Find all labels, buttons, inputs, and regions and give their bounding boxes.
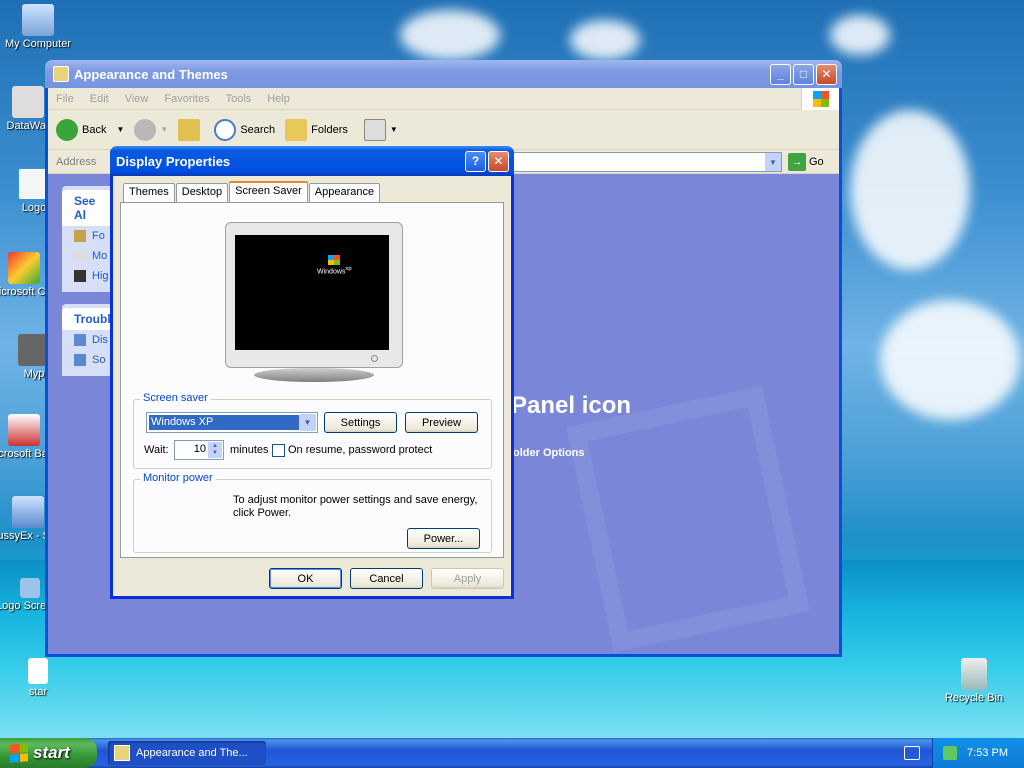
windows-logo-icon [20, 578, 40, 598]
windows-flag-icon [801, 88, 839, 110]
help-icon [74, 354, 86, 366]
go-arrow-icon: → [788, 153, 806, 171]
power-button[interactable]: Power... [407, 528, 480, 549]
toolbar: Back ▼ ▼ Search Folders ▼ [48, 110, 839, 150]
panel-heading: Panel icon [511, 392, 632, 419]
folder-icon [114, 745, 130, 761]
forward-button[interactable]: ▼ [134, 118, 169, 141]
address-label: Address [56, 155, 97, 168]
settings-button[interactable]: Settings [324, 412, 397, 433]
preview-button[interactable]: Preview [405, 412, 478, 433]
cancel-button[interactable]: Cancel [350, 568, 423, 589]
menu-bar: File Edit View Favorites Tools Help [48, 88, 839, 110]
monitor-power-group: Monitor power To adjust monitor power se… [133, 472, 492, 553]
taskbar: start Appearance and The... 7:53 PM [0, 738, 1024, 768]
menu-view[interactable]: View [125, 93, 149, 105]
up-button[interactable] [178, 118, 204, 141]
folders-button[interactable]: Folders [285, 118, 348, 141]
screen-saver-select[interactable]: Windows XP ▼ [146, 412, 318, 433]
windows-flag-icon [10, 743, 28, 763]
mouse-icon [74, 250, 86, 262]
wait-minutes-input[interactable]: 10 ▲ ▼ [174, 440, 224, 460]
search-button[interactable]: Search [214, 118, 275, 141]
monitor-power-group-label: Monitor power [140, 472, 216, 484]
clock[interactable]: 7:53 PM [967, 747, 1008, 759]
desktop-icon-star[interactable]: star [0, 658, 76, 698]
views-icon [363, 118, 386, 141]
menu-favorites[interactable]: Favorites [164, 93, 209, 105]
close-button[interactable]: ✕ [816, 63, 837, 85]
shortcut-icon [12, 86, 44, 118]
screen-saver-panel: Windowsxp Screen saver Windows XP ▼ Sett… [120, 202, 504, 558]
ok-button[interactable]: OK [269, 568, 342, 589]
go-button[interactable]: → Go [788, 153, 824, 171]
system-tray: 7:53 PM [932, 738, 1024, 768]
dialog-close-button[interactable]: ✕ [488, 150, 509, 172]
document-icon [28, 658, 48, 684]
keyboard-icon[interactable] [904, 746, 920, 760]
chevron-down-icon[interactable]: ▼ [299, 414, 316, 431]
spin-updown-icon[interactable]: ▲ ▼ [208, 442, 222, 458]
safely-remove-icon[interactable] [943, 746, 958, 760]
password-protect-label[interactable]: On resume, password protect [288, 444, 432, 456]
contrast-icon [74, 270, 86, 282]
power-led-icon [371, 355, 378, 362]
folders-icon [285, 118, 308, 141]
folder-options-link[interactable]: older Options [513, 447, 585, 459]
explorer-titlebar[interactable]: Appearance and Themes _ □ ✕ [45, 60, 842, 88]
tab-strip: Themes Desktop Screen Saver Appearance [123, 181, 381, 202]
menu-edit[interactable]: Edit [90, 93, 109, 105]
screen-saver-group: Screen saver Windows XP ▼ Settings Previ… [133, 392, 492, 469]
password-protect-checkbox[interactable] [272, 444, 285, 457]
chevron-down-icon: ▼ [389, 125, 398, 134]
window-title: Appearance and Themes [74, 66, 228, 82]
monitor-power-text: To adjust monitor power settings and sav… [233, 494, 478, 519]
chevron-down-icon[interactable]: ▼ [116, 125, 124, 134]
search-icon [214, 118, 237, 141]
menu-tools[interactable]: Tools [226, 93, 252, 105]
folder-icon [53, 66, 69, 82]
menu-file[interactable]: File [56, 93, 74, 105]
desktop-icon-recycle-bin[interactable]: Recycle Bin [936, 658, 1012, 704]
tab-desktop[interactable]: Desktop [175, 183, 229, 202]
tab-themes[interactable]: Themes [123, 183, 175, 202]
back-button[interactable]: Back ▼ [56, 118, 124, 141]
chevron-down-icon: ▼ [160, 125, 169, 134]
recycle-bin-icon [961, 658, 987, 690]
computer-icon [22, 4, 54, 36]
dialog-titlebar[interactable]: Display Properties ? ✕ [110, 146, 514, 176]
windows-xp-logo: Windowsxp [317, 255, 352, 275]
minutes-label: minutes [230, 444, 269, 456]
desktop-icon-my-computer[interactable]: My Computer [0, 4, 76, 50]
back-arrow-icon [56, 118, 78, 141]
forward-arrow-icon [134, 118, 157, 141]
help-icon [74, 334, 86, 346]
basic-icon [8, 414, 40, 446]
tab-appearance[interactable]: Appearance [308, 183, 381, 202]
chevron-down-icon[interactable]: ▼ [765, 153, 781, 171]
taskbar-item-appearance[interactable]: Appearance and The... [108, 741, 266, 765]
apply-button[interactable]: Apply [431, 568, 504, 589]
cpp-icon [8, 252, 40, 284]
folder-icon [74, 230, 86, 242]
maximize-button[interactable]: □ [793, 63, 814, 85]
screen-saver-group-label: Screen saver [140, 392, 211, 404]
preview-screen: Windowsxp [235, 235, 389, 350]
folder-up-icon [178, 118, 201, 141]
tab-screen-saver[interactable]: Screen Saver [229, 181, 308, 202]
control-panel-watermark-icon [566, 385, 810, 653]
wait-label: Wait: [144, 444, 169, 456]
start-button[interactable]: start [0, 738, 97, 768]
help-button[interactable]: ? [465, 150, 486, 172]
monitor-stand [254, 368, 374, 382]
minimize-button[interactable]: _ [770, 63, 791, 85]
dialog-title: Display Properties [116, 153, 231, 169]
menu-help[interactable]: Help [267, 93, 290, 105]
display-properties-dialog: Display Properties ? ✕ Themes Desktop Sc… [110, 146, 514, 599]
views-button[interactable]: ▼ [363, 118, 398, 141]
monitor-preview: Windowsxp [225, 222, 403, 368]
shortcut-icon [12, 496, 44, 528]
